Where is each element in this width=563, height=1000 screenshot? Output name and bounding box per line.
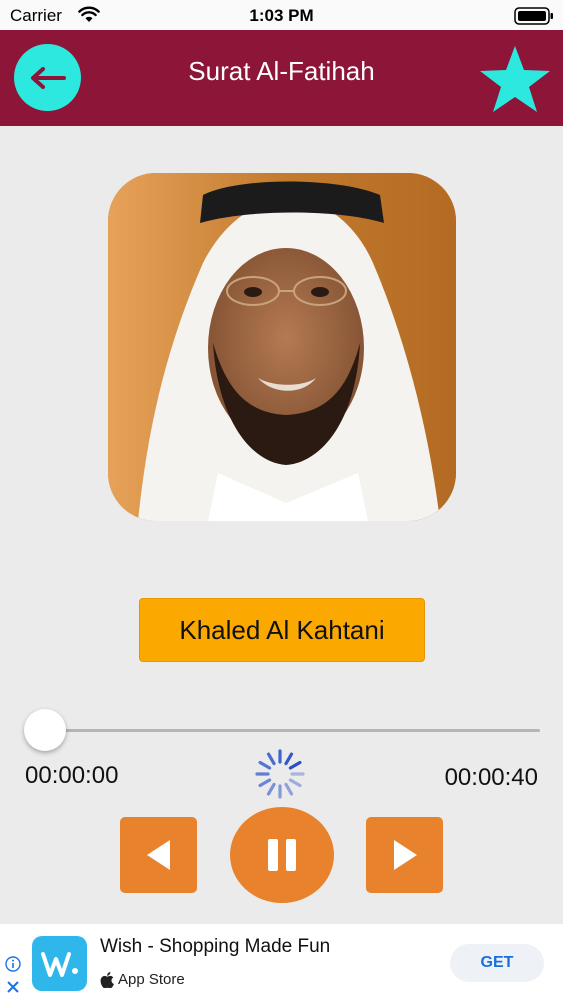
pause-button[interactable] bbox=[230, 807, 334, 903]
previous-button[interactable] bbox=[120, 817, 197, 893]
get-button[interactable]: GET bbox=[450, 944, 544, 982]
info-icon[interactable] bbox=[5, 956, 21, 972]
spinner-spoke bbox=[284, 752, 294, 766]
ad-store-label: App Store bbox=[100, 971, 185, 988]
progress-track[interactable] bbox=[26, 729, 540, 732]
pause-icon bbox=[268, 839, 296, 871]
spinner-spoke bbox=[284, 782, 294, 796]
status-time: 1:03 PM bbox=[249, 6, 314, 25]
spinner-spoke bbox=[288, 778, 302, 788]
ad-title[interactable]: Wish - Shopping Made Fun bbox=[100, 936, 330, 958]
spinner-spoke bbox=[266, 752, 276, 766]
spinner-spoke bbox=[288, 760, 302, 770]
reciter-photo bbox=[108, 173, 456, 521]
close-icon[interactable] bbox=[6, 980, 20, 994]
ad-store-text: App Store bbox=[118, 971, 185, 988]
total-duration: 00:00:40 bbox=[444, 764, 538, 791]
next-button[interactable] bbox=[366, 817, 443, 893]
previous-icon bbox=[146, 840, 170, 870]
spinner-spoke bbox=[258, 760, 272, 770]
star-icon[interactable] bbox=[478, 44, 552, 114]
battery-icon bbox=[514, 7, 553, 25]
ad-banner[interactable]: Wish - Shopping Made Fun App Store GET bbox=[0, 924, 563, 1000]
elapsed-time: 00:00:00 bbox=[25, 762, 119, 789]
next-icon bbox=[393, 840, 417, 870]
loading-spinner-icon bbox=[255, 749, 305, 799]
spinner-spoke bbox=[258, 778, 272, 788]
wish-logo-icon[interactable] bbox=[32, 936, 87, 991]
reciter-name-button[interactable]: Khaled Al Kahtani bbox=[139, 598, 425, 662]
status-bar: Carrier 1:03 PM bbox=[0, 0, 563, 30]
progress-thumb[interactable] bbox=[24, 709, 66, 751]
spinner-spoke bbox=[266, 782, 276, 796]
apple-icon bbox=[100, 971, 114, 988]
screen: Carrier 1:03 PM Surat Al-Fatihah Khaled … bbox=[0, 0, 563, 1000]
nav-bar: Surat Al-Fatihah bbox=[0, 30, 563, 126]
